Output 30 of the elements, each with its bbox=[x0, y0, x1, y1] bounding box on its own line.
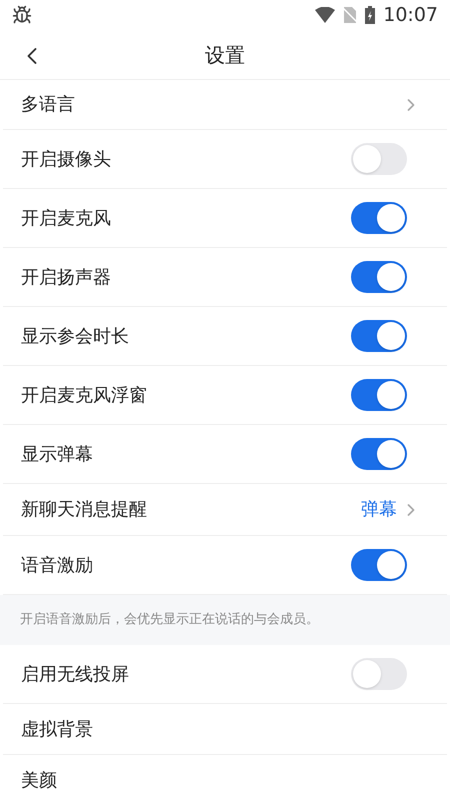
no-sim-icon bbox=[343, 7, 358, 23]
page-title: 设置 bbox=[205, 42, 245, 68]
toggle-switch[interactable] bbox=[351, 202, 407, 234]
wifi-icon bbox=[315, 7, 336, 23]
settings-row[interactable]: 新聊天消息提醒 弹幕 bbox=[3, 484, 447, 536]
row-label: 开启扬声器 bbox=[21, 266, 111, 290]
toggle-switch[interactable] bbox=[351, 379, 407, 411]
row-label: 新聊天消息提醒 bbox=[21, 498, 147, 522]
row-label: 开启摄像头 bbox=[21, 148, 111, 172]
hint-text: 开启语音激励后，会优先显示正在说话的与会成员。 bbox=[20, 611, 319, 630]
toggle-switch[interactable] bbox=[351, 658, 407, 690]
status-time: 10:07 bbox=[383, 2, 438, 28]
toggle-switch[interactable] bbox=[351, 320, 407, 352]
toggle-switch[interactable] bbox=[351, 261, 407, 293]
row-label: 显示参会时长 bbox=[21, 324, 129, 348]
settings-row[interactable]: 多语言 bbox=[3, 80, 447, 130]
battery-charging-icon bbox=[365, 6, 376, 24]
toggle-switch[interactable] bbox=[351, 438, 407, 470]
row-label: 美颜 bbox=[21, 768, 57, 792]
row-label: 多语言 bbox=[21, 93, 75, 117]
row-label: 开启麦克风 bbox=[21, 206, 111, 230]
bug-icon bbox=[12, 5, 32, 25]
row-label: 虚拟背景 bbox=[21, 718, 93, 742]
row-label: 语音激励 bbox=[21, 554, 93, 578]
row-label: 显示弹幕 bbox=[21, 442, 93, 466]
toggle-switch[interactable] bbox=[351, 549, 407, 581]
row-label: 开启麦克风浮窗 bbox=[21, 384, 147, 408]
row-label: 启用无线投屏 bbox=[21, 662, 129, 686]
toggle-switch[interactable] bbox=[351, 143, 407, 175]
row-value: 弹幕 bbox=[361, 498, 397, 522]
